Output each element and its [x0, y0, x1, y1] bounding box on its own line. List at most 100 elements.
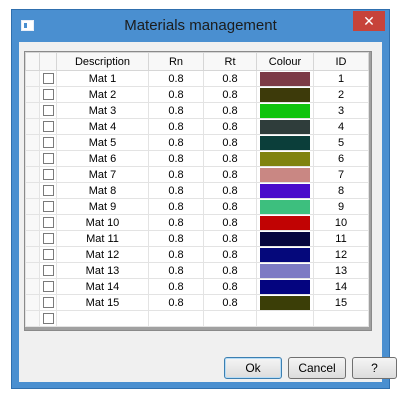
row-checkbox[interactable] — [42, 265, 54, 276]
id-cell[interactable]: 10 — [313, 214, 369, 231]
table-row[interactable]: Mat 15 0.8 0.8 15 — [25, 294, 369, 311]
title-bar[interactable]: Materials management ✕ — [12, 10, 389, 41]
row-checkbox[interactable] — [42, 297, 54, 308]
colour-swatch[interactable] — [260, 247, 310, 262]
rt-cell[interactable]: 0.8 — [203, 230, 257, 247]
row-checkbox[interactable] — [42, 89, 54, 100]
colour-swatch[interactable] — [260, 167, 310, 182]
description-cell[interactable]: Mat 3 — [56, 102, 149, 119]
description-cell[interactable]: Mat 6 — [56, 150, 149, 167]
colour-cell[interactable] — [256, 166, 314, 183]
description-cell[interactable]: Mat 2 — [56, 86, 149, 103]
rn-cell[interactable]: 0.8 — [148, 294, 204, 311]
rt-cell[interactable]: 0.8 — [203, 198, 257, 215]
colour-cell[interactable] — [256, 294, 314, 311]
column-header-rn[interactable]: Rn — [148, 52, 204, 71]
cancel-button[interactable]: Cancel — [288, 357, 346, 379]
table-row[interactable]: Mat 2 0.8 0.8 2 — [25, 86, 369, 103]
description-cell[interactable]: Mat 15 — [56, 294, 149, 311]
id-cell[interactable]: 3 — [313, 102, 369, 119]
rn-cell[interactable]: 0.8 — [148, 150, 204, 167]
table-row[interactable]: Mat 11 0.8 0.8 11 — [25, 230, 369, 247]
rt-cell[interactable] — [203, 310, 257, 327]
rn-cell[interactable]: 0.8 — [148, 278, 204, 295]
description-cell[interactable]: Mat 9 — [56, 198, 149, 215]
colour-cell[interactable] — [256, 86, 314, 103]
rt-cell[interactable]: 0.8 — [203, 214, 257, 231]
row-header-cell[interactable] — [25, 278, 40, 295]
colour-cell[interactable] — [256, 150, 314, 167]
colour-swatch[interactable] — [260, 71, 310, 86]
rn-cell[interactable]: 0.8 — [148, 118, 204, 135]
row-checkbox[interactable] — [42, 217, 54, 228]
row-header-cell[interactable] — [25, 262, 40, 279]
row-header-cell[interactable] — [25, 70, 40, 87]
description-cell[interactable]: Mat 11 — [56, 230, 149, 247]
id-cell[interactable]: 13 — [313, 262, 369, 279]
row-checkbox[interactable] — [42, 121, 54, 132]
colour-cell[interactable] — [256, 102, 314, 119]
colour-cell[interactable] — [256, 118, 314, 135]
rn-cell[interactable]: 0.8 — [148, 86, 204, 103]
row-checkbox[interactable] — [42, 281, 54, 292]
id-cell[interactable]: 9 — [313, 198, 369, 215]
colour-swatch[interactable] — [260, 151, 310, 166]
table-row[interactable]: Mat 3 0.8 0.8 3 — [25, 102, 369, 119]
table-row[interactable]: Mat 9 0.8 0.8 9 — [25, 198, 369, 215]
rn-cell[interactable]: 0.8 — [148, 262, 204, 279]
table-row[interactable]: Mat 1 0.8 0.8 1 — [25, 70, 369, 87]
row-header-cell[interactable] — [25, 182, 40, 199]
row-checkbox[interactable] — [42, 313, 54, 324]
rt-cell[interactable]: 0.8 — [203, 134, 257, 151]
id-cell[interactable]: 14 — [313, 278, 369, 295]
colour-swatch[interactable] — [260, 183, 310, 198]
row-checkbox[interactable] — [42, 249, 54, 260]
row-header-cell[interactable] — [25, 166, 40, 183]
description-cell[interactable]: Mat 4 — [56, 118, 149, 135]
colour-swatch[interactable] — [260, 231, 310, 246]
colour-cell[interactable] — [256, 310, 314, 327]
rt-cell[interactable]: 0.8 — [203, 182, 257, 199]
rt-cell[interactable]: 0.8 — [203, 150, 257, 167]
colour-cell[interactable] — [256, 262, 314, 279]
colour-swatch[interactable] — [260, 103, 310, 118]
description-cell[interactable]: Mat 8 — [56, 182, 149, 199]
row-header-cell[interactable] — [25, 118, 40, 135]
row-header-cell[interactable] — [25, 310, 40, 327]
row-checkbox[interactable] — [42, 137, 54, 148]
id-cell[interactable] — [313, 310, 369, 327]
description-cell[interactable]: Mat 7 — [56, 166, 149, 183]
description-cell[interactable]: Mat 13 — [56, 262, 149, 279]
column-header-id[interactable]: ID — [313, 52, 369, 71]
rt-cell[interactable]: 0.8 — [203, 166, 257, 183]
colour-cell[interactable] — [256, 230, 314, 247]
row-header-cell[interactable] — [25, 230, 40, 247]
table-row[interactable]: Mat 12 0.8 0.8 12 — [25, 246, 369, 263]
colour-swatch[interactable] — [260, 295, 310, 310]
row-checkbox[interactable] — [42, 233, 54, 244]
colour-cell[interactable] — [256, 278, 314, 295]
table-row[interactable]: Mat 8 0.8 0.8 8 — [25, 182, 369, 199]
rn-cell[interactable]: 0.8 — [148, 166, 204, 183]
colour-swatch[interactable] — [260, 119, 310, 134]
colour-cell[interactable] — [256, 198, 314, 215]
id-cell[interactable]: 15 — [313, 294, 369, 311]
row-checkbox[interactable] — [42, 201, 54, 212]
table-row[interactable]: Mat 13 0.8 0.8 13 — [25, 262, 369, 279]
id-cell[interactable]: 8 — [313, 182, 369, 199]
colour-cell[interactable] — [256, 70, 314, 87]
row-header-cell[interactable] — [25, 102, 40, 119]
row-checkbox[interactable] — [42, 185, 54, 196]
rn-cell[interactable]: 0.8 — [148, 134, 204, 151]
rn-cell[interactable]: 0.8 — [148, 214, 204, 231]
id-cell[interactable]: 11 — [313, 230, 369, 247]
id-cell[interactable]: 5 — [313, 134, 369, 151]
colour-swatch[interactable] — [260, 135, 310, 150]
table-row[interactable]: Mat 14 0.8 0.8 14 — [25, 278, 369, 295]
row-checkbox[interactable] — [42, 153, 54, 164]
row-header-cell[interactable] — [25, 294, 40, 311]
rt-cell[interactable]: 0.8 — [203, 278, 257, 295]
table-row[interactable]: Mat 4 0.8 0.8 4 — [25, 118, 369, 135]
column-header-colour[interactable]: Colour — [256, 52, 314, 71]
rn-cell[interactable]: 0.8 — [148, 198, 204, 215]
